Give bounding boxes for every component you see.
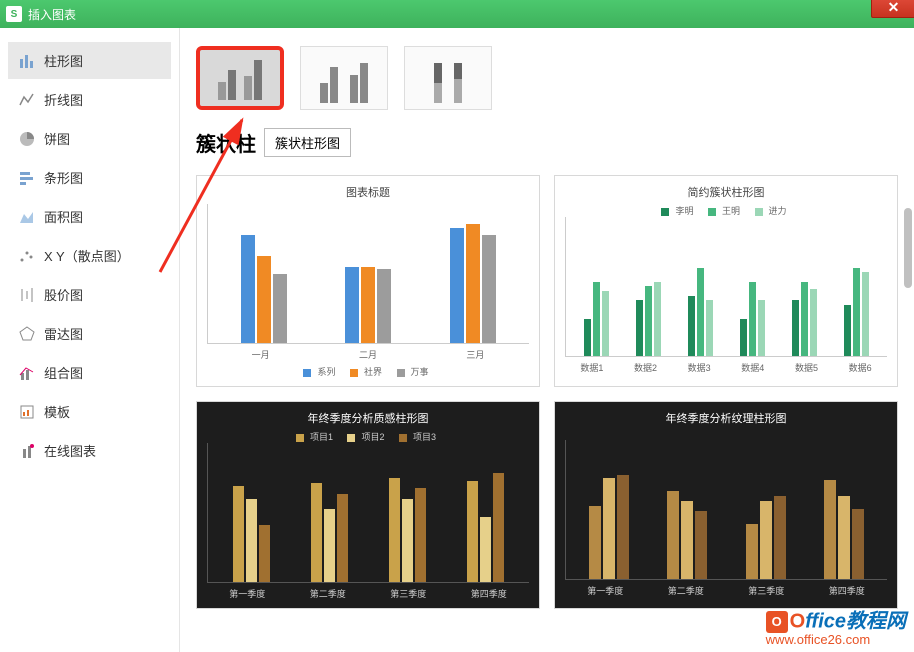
chart-preview-3[interactable]: 年终季度分析质感柱形图 项目1 项目2 项目3 第一季度第二季度第三季度第四季度	[196, 401, 540, 609]
subtype-title-row: 簇状柱 簇状柱形图	[196, 128, 898, 157]
area-chart-icon	[18, 208, 36, 226]
subtype-row	[196, 46, 898, 110]
legend: 系列 社界 万事	[207, 365, 529, 378]
legend: 李明 王明 进力	[565, 204, 887, 217]
subtype-tooltip: 簇状柱形图	[264, 128, 351, 157]
sidebar-item-label: 组合图	[44, 363, 83, 382]
subtype-100stacked[interactable]	[404, 46, 492, 110]
scatter-chart-icon	[18, 247, 36, 265]
radar-chart-icon	[18, 325, 36, 343]
close-button[interactable]: ✕	[871, 0, 914, 18]
chart-type-sidebar: 柱形图 折线图 饼图 条形图 面积图 X Y（散点图） 股价图 雷达图	[0, 28, 180, 652]
template-icon	[18, 403, 36, 421]
chart-preview-4[interactable]: 年终季度分析纹理柱形图 第一季度第二季度第三季度第四季度	[554, 401, 898, 609]
preview-title: 图表标题	[207, 184, 529, 200]
subtype-clustered[interactable]	[196, 46, 284, 110]
sidebar-item-scatter[interactable]: X Y（散点图）	[8, 237, 171, 274]
watermark: OOffice教程网 www.office26.com	[766, 611, 906, 646]
sidebar-item-label: 模板	[44, 402, 70, 421]
sidebar-item-template[interactable]: 模板	[8, 393, 171, 430]
subtype-stacked[interactable]	[300, 46, 388, 110]
sidebar-item-radar[interactable]: 雷达图	[8, 315, 171, 352]
sidebar-item-label: 条形图	[44, 168, 83, 187]
content-area: 簇状柱 簇状柱形图 图表标题 一月二月三月 系列 社界 万事 简约簇状柱形图 李…	[180, 28, 914, 652]
sidebar-item-label: 饼图	[44, 129, 70, 148]
sidebar-item-area[interactable]: 面积图	[8, 198, 171, 235]
titlebar: S 插入图表 ✕	[0, 0, 914, 28]
sidebar-item-label: 股价图	[44, 285, 83, 304]
sidebar-item-label: 柱形图	[44, 51, 83, 70]
column-chart-icon	[18, 52, 36, 70]
online-chart-icon	[18, 442, 36, 460]
chart-preview-1[interactable]: 图表标题 一月二月三月 系列 社界 万事	[196, 175, 540, 387]
stock-chart-icon	[18, 286, 36, 304]
bar-chart-icon	[18, 169, 36, 187]
sidebar-item-online[interactable]: 在线图表	[8, 432, 171, 469]
sidebar-item-combo[interactable]: 组合图	[8, 354, 171, 391]
sidebar-item-label: X Y（散点图）	[44, 246, 130, 265]
chart-preview-2[interactable]: 简约簇状柱形图 李明 王明 进力 数据1数据2数据3数据4数据5数据6	[554, 175, 898, 387]
preview-title: 年终季度分析质感柱形图	[207, 410, 529, 426]
sidebar-item-label: 雷达图	[44, 324, 83, 343]
sidebar-item-bar[interactable]: 条形图	[8, 159, 171, 196]
app-logo: S	[6, 6, 22, 22]
combo-chart-icon	[18, 364, 36, 382]
window-title: 插入图表	[28, 6, 76, 23]
scrollbar-thumb[interactable]	[904, 208, 912, 288]
line-chart-icon	[18, 91, 36, 109]
legend: 项目1 项目2 项目3	[207, 430, 529, 443]
subtype-heading: 簇状柱	[196, 128, 256, 157]
sidebar-item-pie[interactable]: 饼图	[8, 120, 171, 157]
preview-title: 年终季度分析纹理柱形图	[565, 410, 887, 426]
preview-title: 简约簇状柱形图	[565, 184, 887, 200]
sidebar-item-label: 在线图表	[44, 441, 96, 460]
sidebar-item-label: 面积图	[44, 207, 83, 226]
sidebar-item-label: 折线图	[44, 90, 83, 109]
sidebar-item-column[interactable]: 柱形图	[8, 42, 171, 79]
sidebar-item-stock[interactable]: 股价图	[8, 276, 171, 313]
close-icon: ✕	[888, 0, 900, 16]
sidebar-item-line[interactable]: 折线图	[8, 81, 171, 118]
pie-chart-icon	[18, 130, 36, 148]
